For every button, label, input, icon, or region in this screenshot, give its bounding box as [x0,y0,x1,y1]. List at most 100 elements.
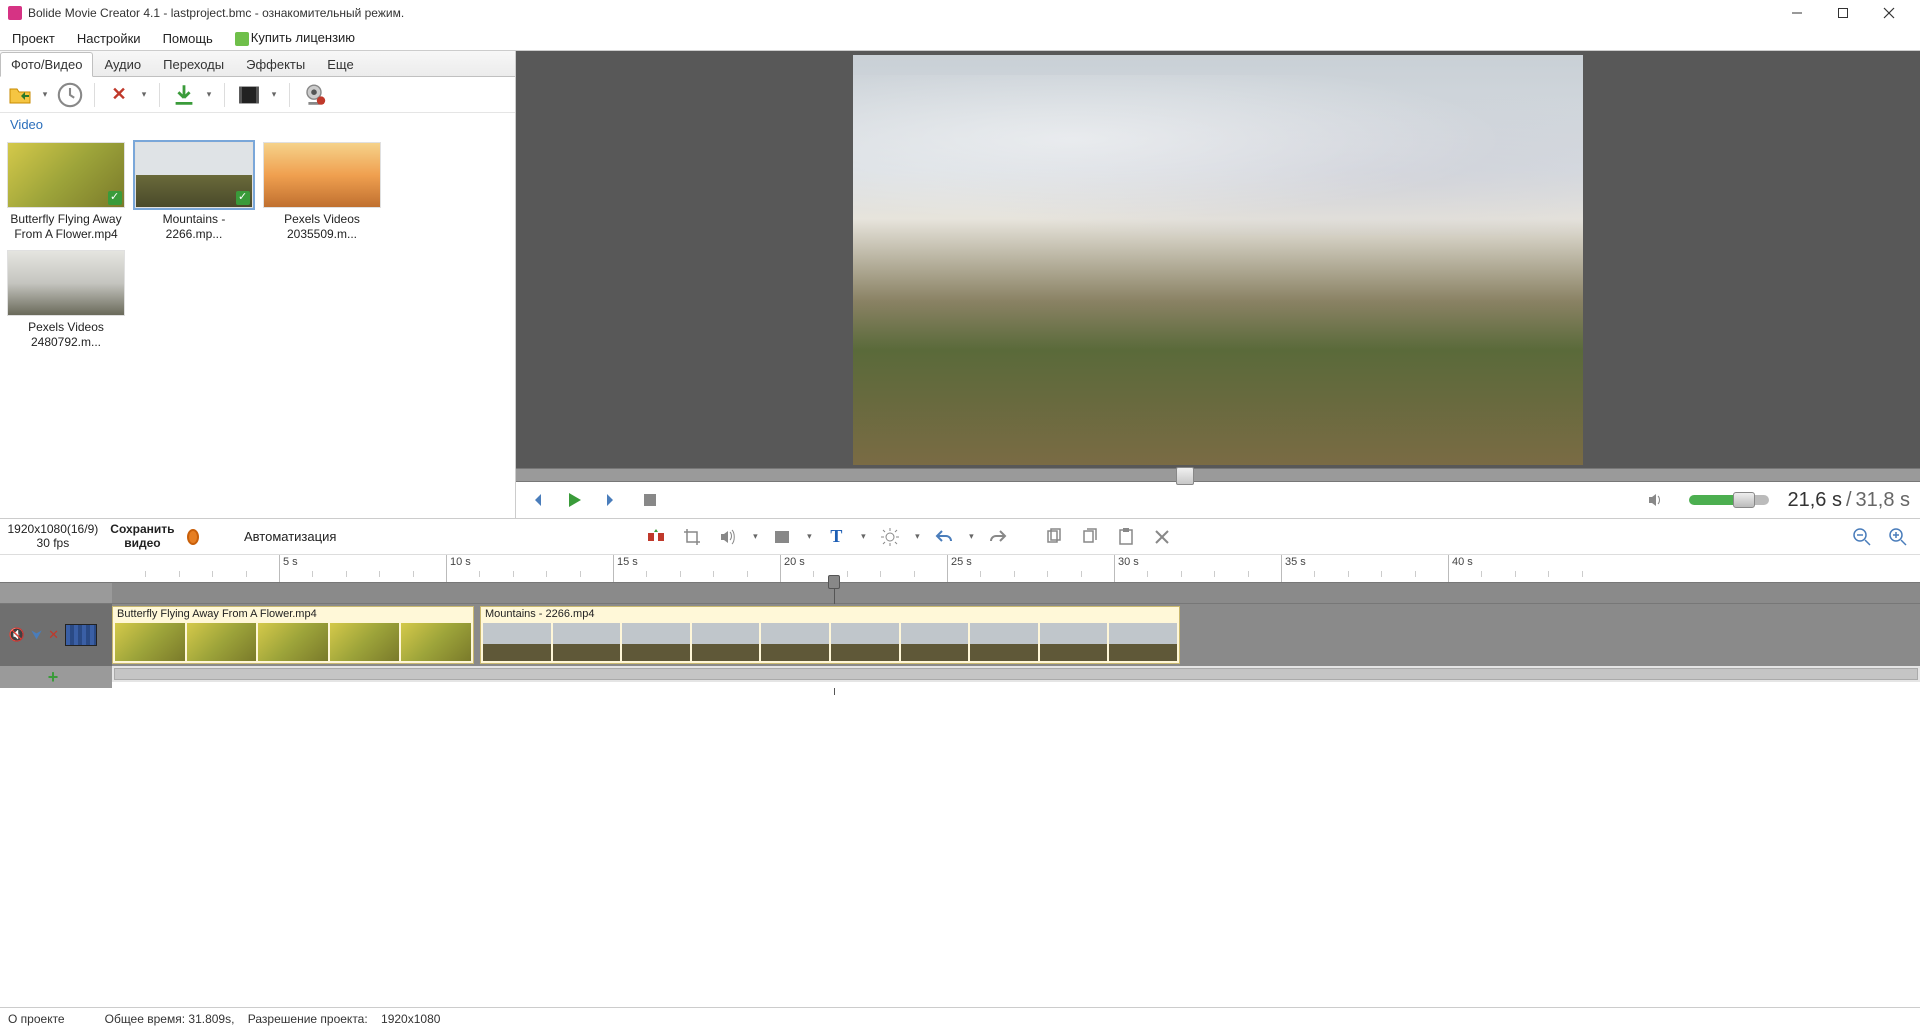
recent-button[interactable] [56,81,84,109]
video-track-body[interactable]: Butterfly Flying Away From A Flower.mp4 M… [112,604,1920,666]
stop-button[interactable] [640,490,660,510]
ruler-tick: 25 s [947,555,972,582]
preview-scrubber[interactable] [516,468,1920,482]
record-icon[interactable] [187,529,199,545]
statusbar: О проекте Общее время: 31.809s, Разрешен… [0,1007,1920,1029]
project-fps: 30 fps [8,537,99,550]
text-button[interactable]: T [822,523,850,551]
ruler-tick: 15 s [613,555,638,582]
tab-audio[interactable]: Аудио [93,52,152,76]
delete-button[interactable]: ✕ [105,81,133,109]
clip-menu-button[interactable] [768,523,796,551]
media-item[interactable]: Pexels Videos 2480792.m... [4,250,128,352]
volume-slider[interactable] [1689,495,1769,505]
ruler-tick: 10 s [446,555,471,582]
status-res-label: Разрешение проекта: [248,1012,368,1026]
delete-dropdown[interactable]: ▾ [139,89,149,100]
undo-button[interactable] [930,523,958,551]
timeline: 5 s10 s15 s20 s25 s30 s35 s40 s 🔇 ⮟ ✕ Bu… [0,554,1920,1007]
track-collapse-icon[interactable]: ⮟ [31,627,42,643]
media-item[interactable]: Pexels Videos 2035509.m... [260,142,384,244]
copy-button[interactable] [1040,523,1068,551]
audio-button[interactable] [714,523,742,551]
media-pane: Фото/Видео Аудио Переходы Эффекты Еще ▾ … [0,51,516,518]
menu-buy-license[interactable]: Купить лицензию [229,28,361,48]
close-button[interactable] [1866,0,1912,26]
open-folder-button[interactable] [6,81,34,109]
scrubber-handle[interactable] [1176,467,1194,485]
brightness-dropdown[interactable]: ▾ [912,531,922,542]
ruler-tick: 30 s [1114,555,1139,582]
webcam-button[interactable] [300,81,328,109]
film-settings-button[interactable] [235,81,263,109]
paste-button[interactable] [1112,523,1140,551]
save-video-button[interactable]: Сохранить видео [108,523,176,549]
brightness-button[interactable] [876,523,904,551]
project-info: 1920x1080(16/9) 30 fps Сохранить видео [8,523,198,549]
timeline-clip[interactable]: Butterfly Flying Away From A Flower.mp4 [112,606,474,664]
next-frame-button[interactable] [602,490,622,510]
preview-pane: 21,6 s / 31,8 s [516,51,1920,518]
media-grid: Butterfly Flying Away From A Flower.mp4M… [0,136,515,518]
timeline-ruler[interactable]: 5 s10 s15 s20 s25 s30 s35 s40 s [0,554,1920,582]
preview-frame [853,55,1583,465]
maximize-button[interactable] [1820,0,1866,26]
media-toolbar: ▾ ✕ ▾ ▾ ▾ [0,77,515,113]
tab-effects[interactable]: Эффекты [235,52,316,76]
download-button[interactable] [170,81,198,109]
volume-knob[interactable] [1733,492,1755,508]
menu-project[interactable]: Проект [6,29,61,48]
media-item[interactable]: Butterfly Flying Away From A Flower.mp4 [4,142,128,244]
status-about[interactable]: О проекте [8,1012,65,1026]
crop-button[interactable] [678,523,706,551]
time-separator: / [1846,489,1852,512]
menu-settings[interactable]: Настройки [71,29,147,48]
media-thumbnail[interactable] [7,250,125,316]
text-dropdown[interactable]: ▾ [858,531,868,542]
volume-icon[interactable] [1645,490,1665,510]
open-folder-dropdown[interactable]: ▾ [40,89,50,100]
zoom-out-button[interactable] [1848,523,1876,551]
tab-more[interactable]: Еще [316,52,364,76]
preview-viewport[interactable] [516,51,1920,468]
media-thumbnail[interactable] [135,142,253,208]
delete-clip-button[interactable] [1148,523,1176,551]
track-mute-icon[interactable]: 🔇 [9,627,25,643]
buy-icon [235,32,249,46]
media-tabs: Фото/Видео Аудио Переходы Эффекты Еще [0,51,515,77]
play-button[interactable] [564,490,584,510]
ruler-tick: 5 s [279,555,298,582]
tab-photo-video[interactable]: Фото/Видео [0,52,93,77]
automation-button[interactable]: Автоматизация [244,529,336,544]
ruler-tick: 35 s [1281,555,1306,582]
zoom-in-button[interactable] [1884,523,1912,551]
status-total-label: Общее время: [105,1012,185,1026]
film-settings-dropdown[interactable]: ▾ [269,89,279,100]
add-track-button[interactable]: + [48,667,59,688]
split-button[interactable] [642,523,670,551]
tab-transitions[interactable]: Переходы [152,52,235,76]
track-delete-icon[interactable]: ✕ [48,627,59,643]
clip-label: Butterfly Flying Away From A Flower.mp4 [113,607,473,621]
media-thumbnail[interactable] [7,142,125,208]
undo-dropdown[interactable]: ▾ [966,531,976,542]
video-track: 🔇 ⮟ ✕ Butterfly Flying Away From A Flowe… [0,604,1920,666]
total-time: 31,8 s [1856,489,1910,512]
media-thumbnail[interactable] [263,142,381,208]
check-icon [108,191,122,205]
media-item[interactable]: Mountains - 2266.mp... [132,142,256,244]
timeline-hscrollbar[interactable] [114,668,1918,680]
clip-menu-dropdown[interactable]: ▾ [804,531,814,542]
download-dropdown[interactable]: ▾ [204,89,214,100]
media-item-label: Butterfly Flying Away From A Flower.mp4 [6,212,126,244]
timeline-clip[interactable]: Mountains - 2266.mp4 [480,606,1180,664]
preview-controls: 21,6 s / 31,8 s [516,482,1920,518]
redo-button[interactable] [984,523,1012,551]
menu-help[interactable]: Помощь [157,29,219,48]
audio-dropdown[interactable]: ▾ [750,531,760,542]
media-section-label: Video [0,113,515,136]
project-resolution: 1920x1080(16/9) [8,523,99,536]
minimize-button[interactable] [1774,0,1820,26]
prev-frame-button[interactable] [526,490,546,510]
cut-button[interactable] [1076,523,1104,551]
